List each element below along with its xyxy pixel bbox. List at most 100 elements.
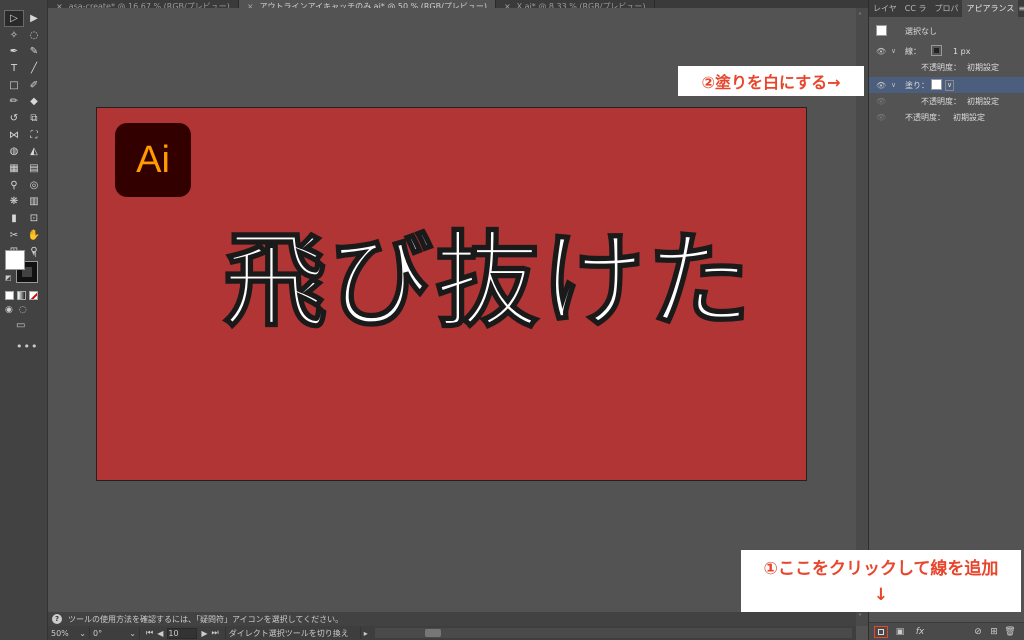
status-menu-icon[interactable]: ▸	[361, 629, 371, 638]
doc-tab-x[interactable]: × X.ai* @ 8.33 % (RGB/プレビュー)	[496, 0, 655, 8]
eraser-tool-icon[interactable]: ◆	[24, 93, 44, 110]
artboard: Ai 飛び抜けた	[96, 107, 807, 481]
chevron-down-icon[interactable]: ⌄	[79, 629, 86, 638]
appearance-panel: レイヤ CC ラ プロパ アピアランス ≡ 選択なし 👁 ∨ 線： 1 px 不…	[868, 0, 1024, 640]
column-graph-tool-icon[interactable]: ▮	[4, 210, 24, 227]
artboard-number-field[interactable]: 10	[167, 627, 198, 639]
blend-tool-icon[interactable]: ◎	[24, 177, 44, 194]
stroke-weight-value[interactable]: 1 px	[953, 47, 970, 56]
scroll-thumb[interactable]	[424, 629, 441, 637]
pen-tool-icon[interactable]: ✒	[4, 43, 24, 60]
selection-row: 選択なし	[869, 19, 1024, 43]
last-artboard-icon[interactable]: ⏭	[212, 628, 219, 638]
mesh-tool-icon[interactable]: ▦	[4, 160, 24, 177]
draw-inside-icon[interactable]: ◌	[19, 305, 27, 315]
gradient-tool-icon[interactable]: ▤	[24, 160, 44, 177]
prev-artboard-icon[interactable]: ◀	[157, 629, 163, 638]
tab-properties[interactable]: プロパ	[930, 0, 962, 17]
fill-opacity-row[interactable]: 👁 不透明度： 初期設定	[869, 93, 1024, 109]
horizontal-scrollbar[interactable]	[374, 628, 852, 638]
next-artboard-icon[interactable]: ▶	[201, 629, 207, 638]
eye-icon[interactable]: 👁	[876, 47, 886, 56]
fill-swatch[interactable]	[931, 79, 942, 90]
tab-close-icon[interactable]: ×	[247, 3, 254, 9]
add-new-stroke-button[interactable]	[874, 625, 888, 638]
slice-tool-icon[interactable]: ✂	[4, 227, 24, 244]
curvature-tool-icon[interactable]: ✎	[24, 43, 44, 60]
clear-appearance-icon[interactable]: ⊘	[970, 627, 986, 637]
zoom-value: 50%	[51, 628, 69, 638]
graph-tool-icon[interactable]: ▥	[24, 194, 44, 211]
status-text[interactable]: ダイレクト選択ツールを切り換え	[226, 627, 361, 639]
panel-tabs: レイヤ CC ラ プロパ アピアランス ≡	[869, 0, 1024, 17]
tab-layers[interactable]: レイヤ	[869, 0, 901, 17]
color-mode-button[interactable]	[5, 291, 14, 300]
opacity-value[interactable]: 初期設定	[967, 96, 999, 107]
headline-text[interactable]: 飛び抜けた	[222, 223, 753, 340]
chevron-down-icon[interactable]: ∨	[891, 81, 896, 89]
line-tool-icon[interactable]: ╱	[24, 60, 44, 77]
vertical-scrollbar[interactable]: ˄ ˅	[856, 8, 868, 626]
zoom-field[interactable]: 50% ⌄	[48, 627, 90, 639]
rotation-value: 0°	[93, 628, 103, 638]
magic-wand-tool-icon[interactable]: ✧	[4, 27, 24, 44]
type-tool-icon[interactable]: T	[4, 60, 24, 77]
shaper-tool-icon[interactable]: ✏	[4, 93, 24, 110]
scroll-up-icon[interactable]: ˄	[858, 12, 862, 21]
lasso-tool-icon[interactable]: ◌	[24, 27, 44, 44]
gradient-mode-button[interactable]	[17, 291, 26, 300]
question-icon[interactable]: ?	[52, 614, 62, 624]
callout-fill-instruction: ②塗りを白にする→	[678, 66, 864, 96]
hand-tool-icon[interactable]: ✋	[24, 227, 44, 244]
perspective-grid-tool-icon[interactable]: ◭	[24, 144, 44, 161]
duplicate-item-icon[interactable]: ⊞	[986, 627, 1002, 637]
fill-color-swatch[interactable]	[5, 250, 25, 270]
draw-normal-icon[interactable]: ◉	[5, 305, 13, 315]
object-opacity-row[interactable]: 👁 不透明度： 初期設定	[869, 109, 1024, 125]
default-fill-stroke-icon[interactable]: ◩	[5, 274, 12, 282]
symbol-sprayer-tool-icon[interactable]: ❋	[4, 194, 24, 211]
rotate-tool-icon[interactable]: ↺	[4, 110, 24, 127]
doc-tab-asa-create[interactable]: × asa-create* @ 16.67 % (RGB/プレビュー)	[48, 0, 239, 8]
delete-item-icon[interactable]: 🗑	[1002, 627, 1018, 637]
doc-tab-label: アウトラインアイキャッチのみ.ai* @ 50 % (RGB/プレビュー)	[259, 2, 487, 9]
selection-tool-icon[interactable]: ▷	[4, 10, 24, 27]
scale-tool-icon[interactable]: ⧉	[24, 110, 44, 127]
fill-dropdown-icon[interactable]: ∨	[945, 79, 955, 91]
panel-menu-icon[interactable]: ≡	[1018, 4, 1024, 13]
stroke-row[interactable]: 👁 ∨ 線： 1 px	[869, 43, 1024, 59]
add-new-fill-icon[interactable]: ▣	[892, 627, 908, 637]
rectangle-tool-icon[interactable]: □	[4, 77, 24, 94]
direct-selection-tool-icon[interactable]: ▶	[24, 10, 44, 27]
paintbrush-tool-icon[interactable]: ✐	[24, 77, 44, 94]
hint-bar: ? ツールの使用方法を確認するには、「疑問符」アイコンを選択してください。	[48, 612, 856, 626]
shape-builder-tool-icon[interactable]: ◍	[4, 144, 24, 161]
eye-icon[interactable]: 👁	[876, 97, 886, 106]
rotation-field[interactable]: 0° ⌄	[90, 627, 140, 639]
eye-icon[interactable]: 👁	[876, 113, 886, 122]
stroke-swatch[interactable]	[931, 45, 942, 56]
scroll-down-icon[interactable]: ˅	[858, 613, 862, 622]
artboard-tool-icon[interactable]: ⊡	[24, 210, 44, 227]
tab-appearance[interactable]: アピアランス	[962, 0, 1019, 17]
screen-mode-icon[interactable]: ▭	[16, 320, 25, 331]
stroke-opacity-row[interactable]: 不透明度： 初期設定	[869, 59, 1024, 75]
tab-cc-libraries[interactable]: CC ラ	[901, 0, 931, 17]
opacity-value[interactable]: 初期設定	[967, 62, 999, 73]
none-mode-button[interactable]	[29, 291, 38, 300]
edit-toolbar-button[interactable]: •••	[16, 340, 38, 353]
tab-close-icon[interactable]: ×	[504, 3, 511, 9]
opacity-value[interactable]: 初期設定	[953, 112, 985, 123]
free-transform-tool-icon[interactable]: ⛶	[24, 127, 44, 144]
first-artboard-icon[interactable]: ⏮	[146, 628, 153, 638]
tab-close-icon[interactable]: ×	[56, 3, 63, 9]
add-new-effect-icon[interactable]: fx	[912, 627, 928, 637]
doc-tab-outline-eyecatch[interactable]: × アウトラインアイキャッチのみ.ai* @ 50 % (RGB/プレビュー)	[238, 0, 496, 9]
fill-row[interactable]: 👁 ∨ 塗り： ∨	[869, 77, 1024, 93]
chevron-down-icon[interactable]: ∨	[891, 47, 896, 55]
chevron-down-icon[interactable]: ⌄	[129, 629, 136, 638]
swap-fill-stroke-icon[interactable]: ↰	[31, 250, 38, 259]
eye-icon[interactable]: 👁	[876, 81, 886, 90]
width-tool-icon[interactable]: ⋈	[4, 127, 24, 144]
eyedropper-tool-icon[interactable]: ⚲	[4, 177, 24, 194]
